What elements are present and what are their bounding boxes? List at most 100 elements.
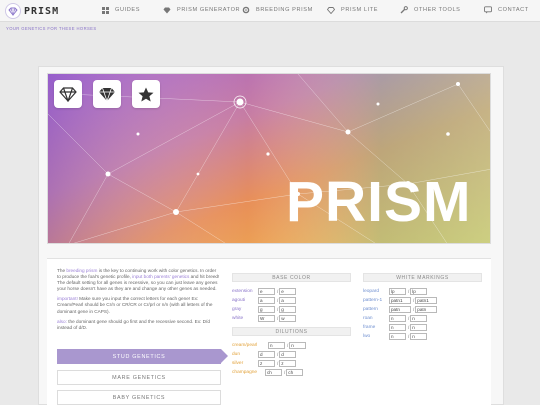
intro-highlight-2: input both parents' genetics — [132, 274, 190, 280]
breadcrumb-link[interactable]: YOUR GENETICS FOR THESE HORSES — [6, 26, 97, 31]
gem-icon — [163, 6, 171, 14]
gene-label: cream/pearl — [232, 342, 258, 348]
dilutions-header: DILUTIONS — [232, 327, 351, 336]
allele-input-2[interactable]: w — [279, 314, 297, 322]
slash: / — [413, 297, 415, 303]
gene-label: pattern-1 — [363, 297, 383, 303]
slash: / — [277, 351, 279, 357]
allele-input-2[interactable]: n — [410, 323, 428, 331]
slash: / — [408, 324, 410, 330]
allele-input-2[interactable]: a — [279, 296, 297, 304]
intro-highlight-1: breeding prism — [66, 268, 98, 273]
active-tab-arrow — [221, 349, 228, 363]
allele-input-1[interactable]: a — [258, 296, 275, 304]
nav-other-tools-label: OTHER TOOLS — [414, 7, 461, 13]
gear-icon — [242, 6, 250, 14]
gene-label: pattern — [363, 306, 378, 312]
chat-icon — [484, 6, 492, 14]
gene-row-lwo: lwo n / n — [363, 332, 428, 340]
gene-label: frame — [363, 324, 376, 330]
slash: / — [408, 333, 410, 339]
tab-stud-genetics[interactable]: STUD GENETICS — [57, 349, 221, 364]
gene-label: gray — [232, 306, 242, 312]
allele-input-2[interactable]: lp — [410, 287, 428, 295]
allele-input-1[interactable]: e — [258, 287, 275, 295]
nav-prism-generator[interactable]: PRISM GENERATOR — [163, 6, 240, 14]
nav-other-tools[interactable]: OTHER TOOLS — [400, 6, 461, 14]
slash: / — [277, 315, 279, 321]
intro-paragraph-3: also: the dominant gene should go first … — [57, 319, 221, 331]
allele-input-2[interactable]: patn — [415, 305, 438, 313]
nav-guides-label: GUIDES — [115, 7, 141, 13]
gene-row-white: white W / w — [232, 314, 297, 322]
star-icon — [138, 87, 154, 101]
allele-input-2[interactable]: d — [279, 350, 297, 358]
logo-text: PRISM — [24, 5, 60, 17]
allele-input-1[interactable]: g — [258, 305, 275, 313]
allele-input-2[interactable]: e — [279, 287, 297, 295]
gene-row-gray: gray g / g — [232, 305, 297, 313]
gene-row-pattern: pattern patn / patn — [363, 305, 438, 313]
slash: / — [408, 315, 410, 321]
allele-input-2[interactable]: g — [279, 305, 297, 313]
allele-input-2[interactable]: ch — [286, 368, 304, 376]
tab-mare-genetics[interactable]: MARE GENETICS — [57, 370, 221, 385]
allele-input-1[interactable]: z — [258, 359, 275, 367]
gene-row-frame: frame n / n — [363, 323, 428, 331]
nav-breeding-prism[interactable]: BREEDING PRISM — [242, 6, 313, 14]
gem-button[interactable] — [93, 80, 121, 108]
allele-input-1[interactable]: patn — [389, 305, 411, 313]
nav-breeding-prism-label: BREEDING PRISM — [256, 7, 313, 13]
slash: / — [284, 369, 286, 375]
nav-contact[interactable]: CONTACT — [484, 6, 529, 14]
slash: / — [277, 288, 279, 294]
star-button[interactable] — [132, 80, 160, 108]
intro-paragraph-2: important! Make sure you input the corre… — [57, 296, 221, 314]
hero-banner: PRISM — [47, 73, 491, 244]
gene-row-pattern-1: pattern-1 patn1/patn1 — [363, 296, 438, 304]
grid-icon — [101, 6, 109, 14]
allele-input-1[interactable]: n — [389, 323, 406, 331]
hero-title: PRISM — [286, 170, 472, 234]
gene-row-champagne: champagne ch / ch — [232, 368, 304, 376]
gene-label: agouti — [232, 297, 246, 303]
allele-input-1[interactable]: n — [389, 332, 406, 340]
slash: / — [277, 297, 279, 303]
logo[interactable]: PRISM — [5, 3, 59, 19]
gene-label: dun — [232, 351, 241, 357]
allele-input-1[interactable]: lp — [389, 287, 406, 295]
allele-input-2[interactable]: z — [279, 359, 297, 367]
gene-label: roan — [363, 315, 373, 321]
nav-contact-label: CONTACT — [498, 7, 529, 13]
gene-label: leopard — [363, 288, 380, 294]
allele-input-2[interactable]: n — [410, 332, 428, 340]
gene-row-leopard: leopard lp / lp — [363, 287, 428, 295]
allele-input-2[interactable]: n — [410, 314, 428, 322]
tab-baby-genetics[interactable]: BABY GENETICS — [57, 390, 221, 405]
diamond-button[interactable] — [54, 80, 82, 108]
nav-prism-lite[interactable]: PRISM LITE — [327, 6, 378, 14]
wrench-icon — [400, 6, 408, 14]
nav-guides[interactable]: GUIDES — [101, 6, 140, 14]
allele-input-2[interactable]: n — [289, 341, 307, 349]
top-nav: PRISM GUIDES PRISM GENERATOR BREEDING PR… — [0, 0, 540, 22]
gene-label: lwo — [363, 333, 371, 339]
allele-input-1[interactable]: W — [258, 314, 275, 322]
allele-input-1[interactable]: n — [268, 341, 285, 349]
slash: / — [277, 360, 279, 366]
allele-input-1[interactable]: ch — [265, 368, 282, 376]
gene-row-agouti: agouti a / a — [232, 296, 297, 304]
gene-row-cream: cream/pearl n / n — [232, 341, 307, 349]
gene-row-silver: silver z / z — [232, 359, 297, 367]
nav-prism-lite-label: PRISM LITE — [341, 7, 379, 13]
allele-input-1[interactable]: d — [258, 350, 275, 358]
slash: / — [277, 306, 279, 312]
allele-input-1[interactable]: patn1 — [389, 296, 411, 304]
gene-row-extension: extension e / e — [232, 287, 297, 295]
allele-input-2[interactable]: patn1 — [415, 296, 438, 304]
slash: / — [287, 342, 289, 348]
nav-prism-generator-label: PRISM GENERATOR — [177, 7, 241, 13]
gene-row-roan: roan n / n — [363, 314, 428, 322]
allele-input-1[interactable]: n — [389, 314, 406, 322]
intro-also: also: — [57, 318, 67, 324]
